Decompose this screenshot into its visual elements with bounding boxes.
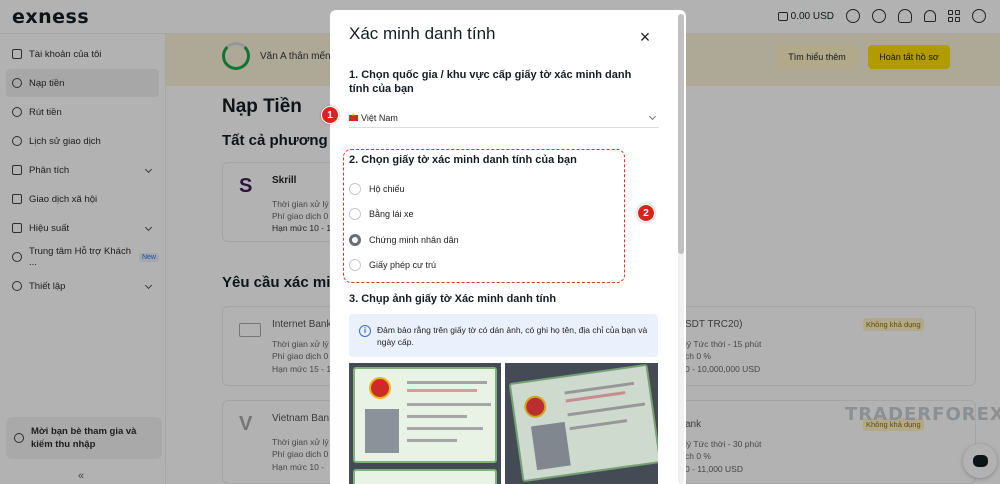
info-icon: i — [359, 325, 371, 337]
step3-title: 3. Chụp ảnh giấy tờ Xác minh danh tính — [349, 293, 557, 305]
step-marker-2: 2 — [637, 204, 655, 222]
national-emblem-icon — [522, 394, 548, 420]
option-national-id[interactable]: Chứng minh nhân dân — [349, 234, 459, 246]
modal-title: Xác minh danh tính — [349, 24, 496, 43]
portrait-photo — [530, 421, 571, 471]
radio-button[interactable] — [349, 183, 361, 195]
option-drivers-license[interactable]: Bằng lái xe — [349, 208, 414, 220]
portrait-photo — [365, 409, 399, 453]
identity-verification-modal: Xác minh danh tính × 1. Chọn quốc gia / … — [330, 10, 686, 484]
country-select[interactable]: Việt Nam — [349, 108, 659, 128]
option-passport[interactable]: Hộ chiếu — [349, 183, 405, 195]
close-icon[interactable]: × — [636, 28, 654, 46]
step2-title: 2. Chọn giấy tờ xác minh danh tính của b… — [349, 154, 577, 166]
chevron-down-icon — [648, 112, 657, 121]
scrollbar-thumb[interactable] — [678, 14, 684, 254]
vietnam-flag-icon — [349, 112, 358, 121]
id-card-tilted — [508, 363, 658, 483]
id-card-front-example-image — [349, 363, 501, 484]
info-text: Đảm bảo rằng trên giấy tờ có dán ảnh, có… — [377, 325, 648, 347]
radio-button-checked[interactable] — [349, 234, 361, 246]
id-card-back — [353, 469, 497, 484]
radio-button[interactable] — [349, 259, 361, 271]
national-emblem-icon — [369, 377, 391, 399]
country-value: Việt Nam — [361, 112, 398, 123]
step-marker-1: 1 — [321, 106, 339, 124]
radio-button[interactable] — [349, 208, 361, 220]
info-box: i Đảm bảo rằng trên giấy tờ có dán ảnh, … — [349, 314, 658, 357]
id-card-front — [353, 367, 497, 463]
modal-scrollbar[interactable] — [678, 14, 684, 484]
step1-title: 1. Chọn quốc gia / khu vực cấp giấy tờ x… — [349, 69, 632, 95]
id-card-tilted-example-image — [505, 363, 658, 484]
option-residence-permit[interactable]: Giấy phép cư trú — [349, 259, 436, 271]
